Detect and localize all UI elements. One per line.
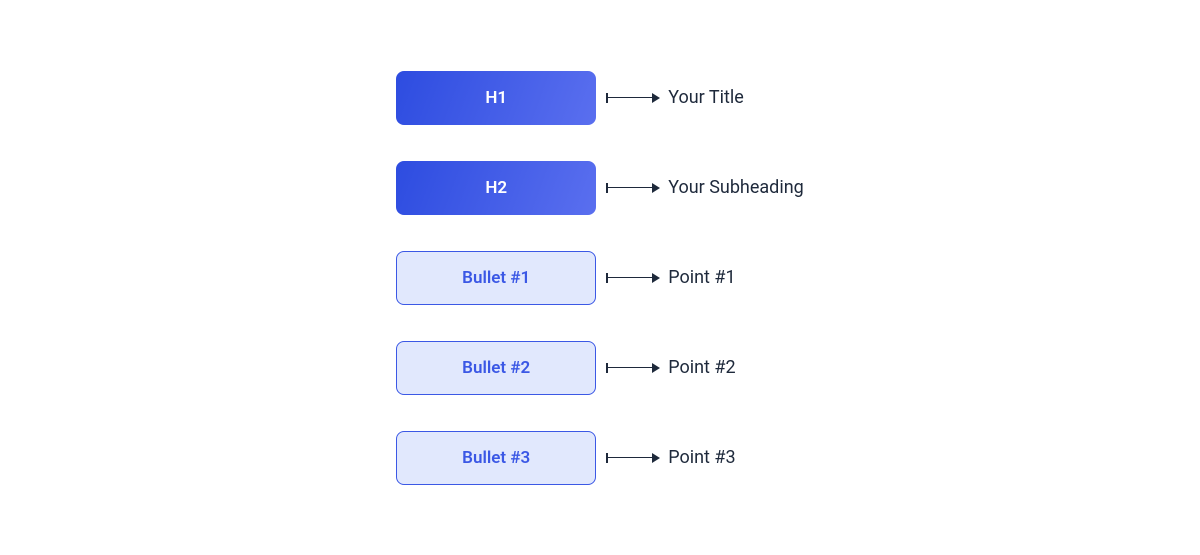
row-bullet-2: Bullet #2 Point #2	[396, 341, 804, 395]
arrow-icon	[606, 363, 660, 373]
h2-description: Your Subheading	[668, 177, 804, 198]
h1-box-label: H1	[485, 88, 507, 108]
bullet-2-box: Bullet #2	[396, 341, 596, 395]
row-bullet-1: Bullet #1 Point #1	[396, 251, 804, 305]
h2-box-label: H2	[485, 178, 507, 198]
h1-description: Your Title	[668, 87, 744, 108]
arrow-icon	[606, 183, 660, 193]
bullet-3-box: Bullet #3	[396, 431, 596, 485]
bullet-2-description: Point #2	[668, 357, 735, 378]
row-h1: H1 Your Title	[396, 71, 804, 125]
bullet-3-description: Point #3	[668, 447, 735, 468]
bullet-1-box-label: Bullet #1	[462, 268, 530, 288]
arrow-icon	[606, 93, 660, 103]
arrow-icon	[606, 453, 660, 463]
row-h2: H2 Your Subheading	[396, 161, 804, 215]
h1-box: H1	[396, 71, 596, 125]
h2-box: H2	[396, 161, 596, 215]
arrow-icon	[606, 273, 660, 283]
bullet-1-box: Bullet #1	[396, 251, 596, 305]
bullet-3-box-label: Bullet #3	[462, 448, 530, 468]
row-bullet-3: Bullet #3 Point #3	[396, 431, 804, 485]
bullet-2-box-label: Bullet #2	[462, 358, 530, 378]
document-structure-diagram: H1 Your Title H2 Your Subheading Bullet …	[396, 71, 804, 485]
bullet-1-description: Point #1	[668, 267, 735, 288]
